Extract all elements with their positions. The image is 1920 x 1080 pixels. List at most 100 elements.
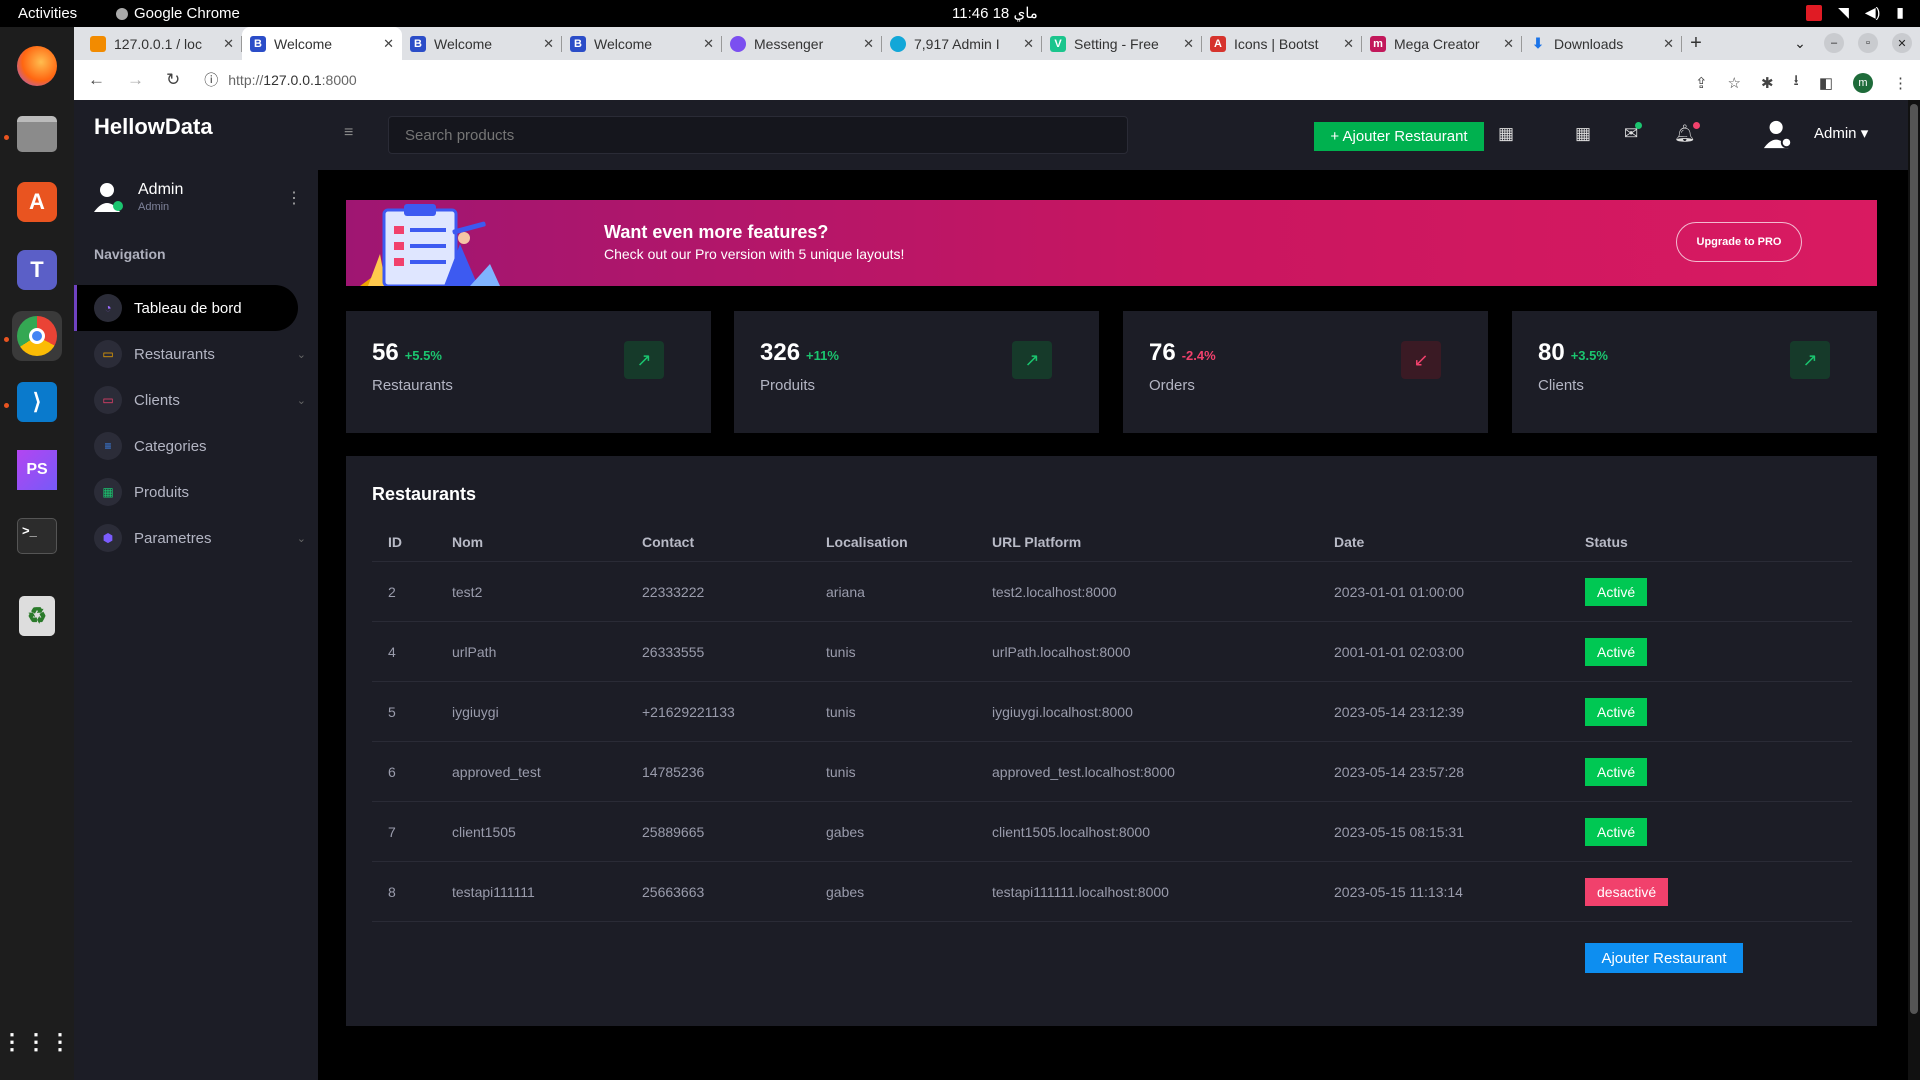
column-header[interactable]: Nom	[452, 534, 483, 550]
bookmark-star-icon[interactable]: ☆	[1728, 74, 1741, 92]
cell-url[interactable]: iygiuygi.localhost:8000	[992, 704, 1133, 720]
status-badge-active[interactable]: Activé	[1585, 818, 1648, 846]
browser-tab-active[interactable]: B Welcome ✕	[242, 27, 402, 60]
close-window-icon[interactable]: ✕	[1892, 33, 1912, 53]
system-tray[interactable]: ◥ ◀) ▮	[1806, 4, 1904, 21]
sidebar-item-parametres[interactable]: ⬢ Parametres ⌄	[74, 515, 318, 561]
apps-grid-icon-visible[interactable]: ▦	[1575, 124, 1591, 144]
page-scrollbar[interactable]	[1908, 100, 1920, 1080]
header-user-menu[interactable]: Admin ▾	[1814, 124, 1868, 142]
vscode-icon[interactable]: ⟩	[12, 377, 62, 427]
table-row[interactable]: 6 approved_test 14785236 tunis approved_…	[372, 742, 1852, 802]
status-badge-active[interactable]: Activé	[1585, 638, 1648, 666]
browser-tab[interactable]: Messenger ✕	[722, 27, 882, 60]
browser-tab[interactable]: A Icons | Bootst ✕	[1202, 27, 1362, 60]
user-options-icon[interactable]: ⋮	[286, 188, 302, 208]
close-tab-icon[interactable]: ✕	[1343, 36, 1354, 52]
firefox-icon[interactable]	[12, 41, 62, 91]
activities-button[interactable]: Activities	[18, 5, 77, 22]
column-header[interactable]: Status	[1585, 534, 1628, 550]
show-apps-icon[interactable]: ⋮⋮⋮	[1, 1017, 71, 1067]
address-bar[interactable]: ⓘ http://127.0.0.1:8000	[204, 70, 356, 90]
software-center-icon[interactable]: A	[12, 177, 62, 227]
maximize-icon[interactable]: ▫	[1858, 33, 1878, 53]
status-badge-inactive[interactable]: desactivé	[1585, 878, 1669, 906]
clock[interactable]: 11:46 18 ماي	[952, 4, 1038, 22]
add-restaurant-button[interactable]: Ajouter Restaurant	[1585, 943, 1743, 973]
forward-icon[interactable]: →	[127, 70, 144, 90]
profile-avatar[interactable]: m	[1853, 72, 1873, 93]
sidebar-item-produits[interactable]: ▦ Produits	[74, 469, 318, 515]
trash-icon[interactable]: ♻	[12, 591, 62, 641]
close-tab-icon[interactable]: ✕	[703, 36, 714, 52]
screen-record-icon[interactable]	[1806, 4, 1823, 21]
reload-icon[interactable]: ↻	[166, 70, 180, 90]
sidebar-item-clients[interactable]: ▭ Clients ⌄	[74, 377, 318, 423]
close-tab-icon[interactable]: ✕	[543, 36, 554, 52]
close-tab-icon[interactable]: ✕	[1023, 36, 1034, 52]
browser-tab[interactable]: 7,917 Admin I ✕	[882, 27, 1042, 60]
mail-icon[interactable]: ✉	[1624, 122, 1643, 144]
column-header[interactable]: URL Platform	[992, 534, 1081, 550]
status-badge-active[interactable]: Activé	[1585, 698, 1648, 726]
table-row[interactable]: 4 urlPath 26333555 tunis urlPath.localho…	[372, 622, 1852, 682]
table-row[interactable]: 5 iygiuygi +21629221133 tunis iygiuygi.l…	[372, 682, 1852, 742]
scrollbar-thumb[interactable]	[1910, 104, 1918, 1014]
sidebar-item-dashboard[interactable]: ◔ Tableau de bord	[74, 285, 298, 331]
sidebar-item-categories[interactable]: ≡ Categories	[74, 423, 318, 469]
browser-tab[interactable]: ⬇ Downloads ✕	[1522, 27, 1682, 60]
info-icon[interactable]: ⓘ	[204, 70, 218, 90]
downloads-icon[interactable]: ⭳	[1794, 70, 1799, 95]
column-header[interactable]: Localisation	[826, 534, 908, 550]
minimize-icon[interactable]: –	[1824, 33, 1844, 53]
close-tab-icon[interactable]: ✕	[223, 36, 234, 52]
column-header[interactable]: ID	[388, 534, 402, 550]
status-badge-active[interactable]: Activé	[1585, 578, 1648, 606]
extensions-icon[interactable]: ✱	[1761, 74, 1774, 92]
column-header[interactable]: Contact	[642, 534, 694, 550]
apps-grid-icon[interactable]: ▦	[1498, 124, 1514, 144]
search-input[interactable]	[388, 116, 1128, 154]
table-row[interactable]: 2 test2 22333222 ariana test2.localhost:…	[372, 562, 1852, 622]
cell-url[interactable]: client1505.localhost:8000	[992, 824, 1150, 840]
files-icon[interactable]	[12, 109, 62, 159]
cell-url[interactable]: approved_test.localhost:8000	[992, 764, 1175, 780]
new-tab-button[interactable]: +	[1682, 27, 1710, 60]
close-tab-icon[interactable]: ✕	[1663, 36, 1674, 52]
side-panel-icon[interactable]: ◧	[1819, 74, 1833, 92]
brand-logo[interactable]: HellowData	[94, 114, 213, 140]
chrome-dock-icon[interactable]	[12, 311, 62, 361]
bell-icon[interactable]: 🔔︎	[1674, 122, 1700, 144]
cell-url[interactable]: test2.localhost:8000	[992, 584, 1117, 600]
browser-tab[interactable]: m Mega Creator ✕	[1362, 27, 1522, 60]
table-row[interactable]: 7 client1505 25889665 gabes client1505.l…	[372, 802, 1852, 862]
close-tab-icon[interactable]: ✕	[1183, 36, 1194, 52]
arrow-up-right-icon: ↗	[624, 341, 664, 379]
back-icon[interactable]: ←	[88, 70, 105, 90]
status-badge-active[interactable]: Activé	[1585, 758, 1648, 786]
cell-url[interactable]: testapi111111.localhost:8000	[992, 884, 1169, 900]
sidebar-user[interactable]: Admin Admin	[92, 180, 183, 214]
close-tab-icon[interactable]: ✕	[383, 36, 394, 52]
close-tab-icon[interactable]: ✕	[1503, 36, 1514, 52]
add-restaurant-header-button[interactable]: + Ajouter Restaurant	[1314, 122, 1484, 151]
table-row[interactable]: 8 testapi111111 25663663 gabes testapi11…	[372, 862, 1852, 922]
hamburger-menu-icon[interactable]: ≡	[344, 124, 353, 142]
share-icon[interactable]: ⇪	[1695, 74, 1708, 92]
browser-tab[interactable]: B Welcome ✕	[402, 27, 562, 60]
chrome-menu-icon[interactable]: ⋮	[1893, 74, 1908, 92]
terminal-icon[interactable]: >_	[12, 511, 62, 561]
browser-tab[interactable]: B Welcome ✕	[562, 27, 722, 60]
upgrade-to-pro-button[interactable]: Upgrade to PRO	[1676, 222, 1802, 262]
teams-icon[interactable]: T	[12, 245, 62, 295]
app-menu[interactable]: Google Chrome	[116, 5, 240, 22]
browser-tab[interactable]: V Setting - Free ✕	[1042, 27, 1202, 60]
tab-search-icon[interactable]: ⌄	[1790, 33, 1810, 53]
phpstorm-icon[interactable]: PS	[12, 445, 62, 495]
sidebar-item-restaurants[interactable]: ▭ Restaurants ⌄	[74, 331, 318, 377]
browser-tab[interactable]: 127.0.0.1 / loc ✕	[82, 27, 242, 60]
header-avatar-icon[interactable]	[1762, 118, 1794, 150]
close-tab-icon[interactable]: ✕	[863, 36, 874, 52]
column-header[interactable]: Date	[1334, 534, 1364, 550]
cell-url[interactable]: urlPath.localhost:8000	[992, 644, 1131, 660]
